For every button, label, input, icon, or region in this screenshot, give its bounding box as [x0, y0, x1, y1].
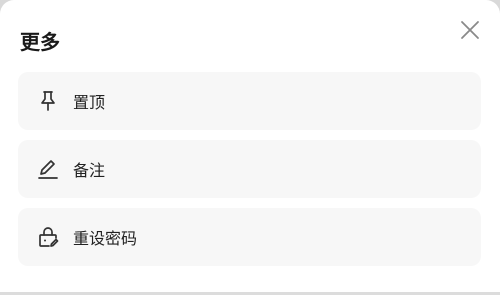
menu-item-label: 重设密码	[73, 229, 138, 248]
pin-icon	[36, 89, 60, 113]
close-button[interactable]	[456, 16, 484, 44]
sheet-title: 更多	[20, 30, 60, 54]
menu-item-remark[interactable]: 备注	[18, 140, 481, 198]
more-options-sheet: 更多 置顶 备注 重设密码	[0, 0, 500, 295]
menu-item-pin[interactable]: 置顶	[18, 72, 481, 130]
menu-item-label: 置顶	[73, 93, 106, 112]
menu-item-reset-password[interactable]: 重设密码	[18, 208, 481, 266]
lock-edit-icon	[36, 225, 60, 249]
menu-item-label: 备注	[73, 161, 106, 180]
close-icon	[461, 21, 479, 39]
edit-pen-icon	[36, 157, 60, 181]
